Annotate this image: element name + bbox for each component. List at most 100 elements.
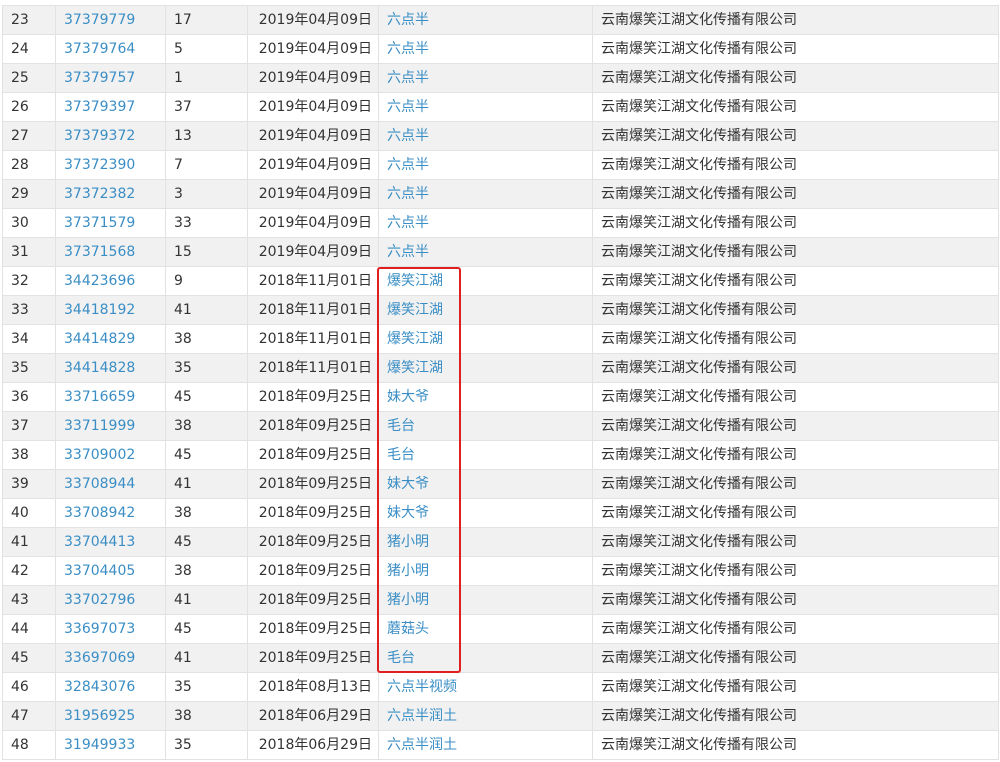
row-index-cell: 40	[2, 498, 56, 528]
trademark-name-link[interactable]: 妹大爷	[387, 476, 429, 492]
trademark-name-link-cell: 六点半	[378, 208, 593, 238]
registration-number-link[interactable]: 34423696	[64, 273, 135, 289]
application-date-cell: 2018年11月01日	[247, 324, 379, 354]
row-index-cell: 24	[2, 34, 56, 64]
trademark-name-link[interactable]: 六点半润土	[387, 737, 457, 753]
class-number-cell: 9	[165, 266, 248, 296]
trademark-name-link[interactable]: 爆笑江湖	[387, 360, 443, 376]
registration-number-link[interactable]: 33697073	[64, 621, 135, 637]
applicant-name-cell: 云南爆笑江湖文化传播有限公司	[592, 643, 999, 673]
registration-number-link[interactable]: 34414829	[64, 331, 135, 347]
registration-number-link[interactable]: 33697069	[64, 650, 135, 666]
class-number-cell: 3	[165, 179, 248, 209]
row-index-cell: 25	[2, 63, 56, 93]
trademark-name-link[interactable]: 六点半	[387, 157, 429, 173]
registration-number-link[interactable]: 33709002	[64, 447, 135, 463]
registration-number-link-cell: 37372382	[55, 179, 166, 209]
trademark-name-link[interactable]: 爆笑江湖	[387, 273, 443, 289]
registration-number-link-cell: 34418192	[55, 295, 166, 325]
application-date-cell: 2018年09月25日	[247, 556, 379, 586]
applicant-name-cell: 云南爆笑江湖文化传播有限公司	[592, 411, 999, 441]
trademark-name-link[interactable]: 妹大爷	[387, 505, 429, 521]
registration-number-link[interactable]: 34418192	[64, 302, 135, 318]
registration-number-link[interactable]: 37379397	[64, 99, 135, 115]
registration-number-link-cell: 33716659	[55, 382, 166, 412]
applicant-name-cell: 云南爆笑江湖文化传播有限公司	[592, 353, 999, 383]
registration-number-link[interactable]: 33702796	[64, 592, 135, 608]
application-date-cell: 2018年06月29日	[247, 730, 379, 760]
row-index-cell: 35	[2, 353, 56, 383]
registration-number-link[interactable]: 33704405	[64, 563, 135, 579]
application-date-cell: 2019年04月09日	[247, 179, 379, 209]
table-row: 41 33704413 45 2018年09月25日 猪小明 云南爆笑江湖文化传播有限公司	[2, 527, 999, 557]
registration-number-link[interactable]: 37372382	[64, 186, 135, 202]
application-date-cell: 2018年11月01日	[247, 353, 379, 383]
registration-number-link[interactable]: 32843076	[64, 679, 135, 695]
row-index-cell: 43	[2, 585, 56, 615]
trademark-name-link[interactable]: 六点半视频	[387, 679, 457, 695]
registration-number-link[interactable]: 37371568	[64, 244, 135, 260]
registration-number-link[interactable]: 37379764	[64, 41, 135, 57]
table-row: 33 34418192 41 2018年11月01日 爆笑江湖 云南爆笑江湖文化传播有限公…	[2, 295, 999, 325]
trademark-name-link-cell: 毛台	[378, 411, 593, 441]
application-date-cell: 2019年04月09日	[247, 237, 379, 267]
trademark-name-link[interactable]: 六点半	[387, 41, 429, 57]
applicant-name-cell: 云南爆笑江湖文化传播有限公司	[592, 266, 999, 296]
trademark-name-link-cell: 猪小明	[378, 585, 593, 615]
registration-number-link[interactable]: 33708942	[64, 505, 135, 521]
trademark-name-link[interactable]: 猪小明	[387, 534, 429, 550]
trademark-name-link[interactable]: 六点半	[387, 186, 429, 202]
trademark-name-link[interactable]: 猪小明	[387, 592, 429, 608]
trademark-name-link-cell: 六点半视频	[378, 672, 593, 702]
registration-number-link-cell: 32843076	[55, 672, 166, 702]
applicant-name-cell: 云南爆笑江湖文化传播有限公司	[592, 34, 999, 64]
registration-number-link[interactable]: 33704413	[64, 534, 135, 550]
application-date-cell: 2019年04月09日	[247, 121, 379, 151]
registration-number-link-cell: 37379397	[55, 92, 166, 122]
registration-number-link[interactable]: 34414828	[64, 360, 135, 376]
table-row: 46 32843076 35 2018年08月13日 六点半视频 云南爆笑江湖文化传播有限…	[2, 672, 999, 702]
table-row: 39 33708944 41 2018年09月25日 妹大爷 云南爆笑江湖文化传播有限公司	[2, 469, 999, 499]
trademark-name-link[interactable]: 毛台	[387, 650, 415, 666]
table-row: 48 31949933 35 2018年06月29日 六点半润土 云南爆笑江湖文化传播有限…	[2, 730, 999, 760]
application-date-cell: 2018年09月25日	[247, 643, 379, 673]
trademark-name-link[interactable]: 毛台	[387, 418, 415, 434]
trademark-name-link[interactable]: 六点半	[387, 70, 429, 86]
trademark-name-link[interactable]: 蘑菇头	[387, 621, 429, 637]
registration-number-link[interactable]: 37371579	[64, 215, 135, 231]
trademark-name-link[interactable]: 六点半	[387, 12, 429, 28]
registration-number-link[interactable]: 37379757	[64, 70, 135, 86]
registration-number-link[interactable]: 37372390	[64, 157, 135, 173]
table-row: 29 37372382 3 2019年04月09日 六点半 云南爆笑江湖文化传播有限公司	[2, 179, 999, 209]
registration-number-link[interactable]: 33716659	[64, 389, 135, 405]
class-number-cell: 33	[165, 208, 248, 238]
trademark-name-link[interactable]: 猪小明	[387, 563, 429, 579]
class-number-cell: 45	[165, 440, 248, 470]
class-number-cell: 38	[165, 324, 248, 354]
trademark-name-link[interactable]: 六点半	[387, 99, 429, 115]
trademark-name-link[interactable]: 爆笑江湖	[387, 302, 443, 318]
class-number-cell: 45	[165, 614, 248, 644]
registration-number-link-cell: 37379372	[55, 121, 166, 151]
application-date-cell: 2019年04月09日	[247, 34, 379, 64]
trademark-name-link[interactable]: 六点半	[387, 215, 429, 231]
trademark-name-link[interactable]: 毛台	[387, 447, 415, 463]
registration-number-link[interactable]: 37379779	[64, 12, 135, 28]
registration-number-link[interactable]: 33711999	[64, 418, 135, 434]
class-number-cell: 15	[165, 237, 248, 267]
table-row: 25 37379757 1 2019年04月09日 六点半 云南爆笑江湖文化传播有限公司	[2, 63, 999, 93]
registration-number-link[interactable]: 31949933	[64, 737, 135, 753]
registration-number-link-cell: 37379779	[55, 5, 166, 35]
registration-number-link[interactable]: 37379372	[64, 128, 135, 144]
application-date-cell: 2018年09月25日	[247, 411, 379, 441]
registration-number-link[interactable]: 33708944	[64, 476, 135, 492]
row-index-cell: 31	[2, 237, 56, 267]
trademark-name-link[interactable]: 六点半	[387, 244, 429, 260]
trademark-name-link[interactable]: 爆笑江湖	[387, 331, 443, 347]
row-index-cell: 34	[2, 324, 56, 354]
trademark-name-link[interactable]: 妹大爷	[387, 389, 429, 405]
registration-number-link[interactable]: 31956925	[64, 708, 135, 724]
trademark-name-link[interactable]: 六点半	[387, 128, 429, 144]
table-row: 24 37379764 5 2019年04月09日 六点半 云南爆笑江湖文化传播有限公司	[2, 34, 999, 64]
trademark-name-link[interactable]: 六点半润土	[387, 708, 457, 724]
